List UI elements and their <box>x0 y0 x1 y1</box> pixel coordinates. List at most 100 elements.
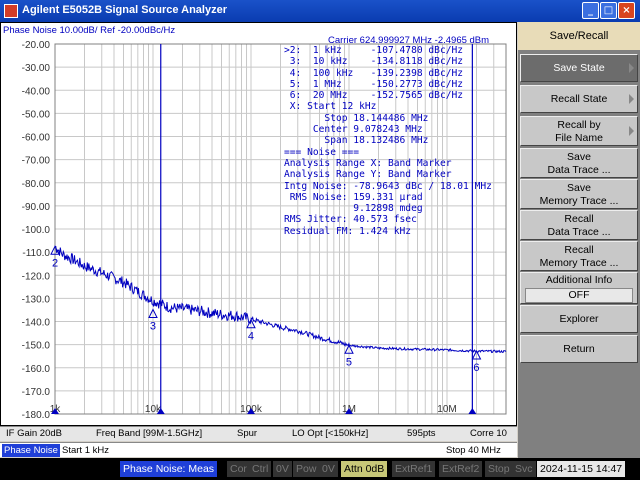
svc-indicator: Svc <box>512 461 536 477</box>
save-data-trace-button[interactable]: Save Data Trace ... <box>520 148 638 178</box>
attenuation-indicator: Attn 0dB <box>341 461 388 477</box>
marker-readout-line: === Noise === <box>284 146 360 158</box>
stop-frequency[interactable]: Stop 40 MHz <box>446 444 501 457</box>
ctrl-indicator: Ctrl <box>249 461 272 477</box>
app-icon <box>4 4 18 18</box>
marker-readout-line: RMS Noise: 159.331 µrad <box>284 191 423 203</box>
marker-readout-line: Center 9.078243 MHz <box>284 124 423 136</box>
marker-readout-line: Analysis Range Y: Band Marker <box>284 169 452 181</box>
submenu-arrow-icon <box>629 126 634 136</box>
recall-data-trace-button[interactable]: Recall Data Trace ... <box>520 210 638 240</box>
clock: 2024-11-15 14:47 <box>537 461 626 477</box>
save-state-button[interactable]: Save State <box>520 54 638 82</box>
y-tick-label: -180.0 <box>22 410 51 421</box>
measurement-status: Phase Noise: Meas <box>120 461 218 477</box>
recall-state-button[interactable]: Recall State <box>520 85 638 113</box>
recall-by-file-line1: Recall by <box>557 119 601 131</box>
y-tick-label: -80.00 <box>22 179 51 190</box>
return-button[interactable]: Return <box>520 335 638 363</box>
save-data-line1: Save <box>567 151 591 163</box>
marker-readout-line: Analysis Range X: Band Marker <box>284 157 452 169</box>
axis-marker-triangle <box>468 408 477 414</box>
y-tick-label: -170.0 <box>22 387 51 398</box>
extref2-indicator: ExtRef2 <box>439 461 483 477</box>
y-tick-label: -110.0 <box>22 248 50 259</box>
y-tick-label: -140.0 <box>22 318 51 329</box>
minimize-button[interactable]: _ <box>582 2 599 19</box>
stop-indicator: Stop <box>485 461 513 477</box>
active-trace-label[interactable]: Phase Noise <box>2 444 60 457</box>
recall-memory-line1: Recall <box>564 244 594 256</box>
if-gain-status[interactable]: IF Gain 20dB <box>6 428 62 439</box>
recall-by-file-line2: File Name <box>555 132 603 144</box>
y-tick-label: -70.00 <box>22 156 51 167</box>
y-tick-label: -120.0 <box>22 271 51 282</box>
marker-readout-line: 4: 100 kHz -139.2398 dBc/Hz <box>284 67 464 79</box>
recall-memory-line2: Memory Trace ... <box>539 257 619 269</box>
marker-readout-line: Intg Noise: -78.9643 dBc / 18.01 MHz <box>284 180 492 192</box>
window-title: Agilent E5052B Signal Source Analyzer <box>22 4 227 16</box>
lo-opt-status[interactable]: LO Opt [<150kHz] <box>292 428 368 439</box>
pow-voltage: 0V <box>319 461 338 477</box>
marker-readout-line: >2: 1 kHz -107.4780 dBc/Hz <box>284 45 464 56</box>
submenu-arrow-icon <box>629 94 634 104</box>
submenu-arrow-icon <box>629 63 634 73</box>
additional-info-value: OFF <box>525 288 633 303</box>
marker-readout-line: RMS Jitter: 40.573 fsec <box>284 214 417 226</box>
save-data-line2: Data Trace ... <box>547 164 611 176</box>
freq-band-status[interactable]: Freq Band [99M-1.5GHz] <box>96 428 202 439</box>
trace-title: Phase Noise 10.00dB/ Ref -20.00dBc/Hz <box>3 25 176 36</box>
extref1-indicator: ExtRef1 <box>392 461 436 477</box>
marker-readout-line: Residual FM: 1.424 kHz <box>284 225 412 237</box>
spur-status[interactable]: Spur <box>237 428 257 439</box>
softkey-panel: Save/Recall Save State Recall State Reca… <box>518 22 640 458</box>
correlation-status[interactable]: Corre 10 <box>470 428 507 439</box>
maximize-button[interactable]: □ <box>600 2 617 19</box>
save-memory-line1: Save <box>567 182 591 194</box>
additional-info-label: Additional Info <box>545 274 613 286</box>
marker-number-label: 2 <box>52 257 58 269</box>
ctrl-voltage: 0V <box>273 461 292 477</box>
title-bar: Agilent E5052B Signal Source Analyzer _ … <box>0 0 640 22</box>
hardware-status-row: IF Gain 20dB Freq Band [99M-1.5GHz] Spur… <box>0 426 517 441</box>
explorer-label: Explorer <box>559 313 599 325</box>
additional-info-button[interactable]: Additional Info OFF <box>520 272 638 304</box>
marker-number-label: 6 <box>473 362 479 374</box>
recall-memory-trace-button[interactable]: Recall Memory Trace ... <box>520 241 638 271</box>
y-tick-label: -40.00 <box>22 86 51 97</box>
marker-readout-line: 3: 10 kHz -134.8118 dBc/Hz <box>284 56 464 68</box>
recall-by-file-name-button[interactable]: Recall by File Name <box>520 116 638 146</box>
marker-readout-table: >2: 1 kHz -107.4780 dBc/Hz 3: 10 kHz -13… <box>284 45 492 237</box>
recall-state-label: Recall State <box>550 93 608 105</box>
save-memory-line2: Memory Trace ... <box>539 195 619 207</box>
y-tick-label: -20.00 <box>22 40 51 51</box>
save-memory-trace-button[interactable]: Save Memory Trace ... <box>520 179 638 209</box>
marker-number-label: 4 <box>248 331 254 343</box>
y-tick-label: -90.00 <box>22 202 51 213</box>
explorer-button[interactable]: Explorer <box>520 305 638 333</box>
save-state-label: Save State <box>553 62 605 74</box>
y-tick-label: -160.0 <box>22 364 51 375</box>
start-frequency[interactable]: Start 1 kHz <box>62 444 109 457</box>
close-button[interactable]: × <box>618 2 635 19</box>
sweep-status-row: Phase Noise Start 1 kHz Stop 40 MHz <box>0 442 517 457</box>
marker-number-label: 5 <box>346 356 352 368</box>
marker-readout-line: Span 18.132486 MHz <box>284 135 429 147</box>
marker-readout-line: 5: 1 MHz -150.2773 dBc/Hz <box>284 78 464 90</box>
y-tick-label: -100.0 <box>22 225 51 236</box>
marker-number-label: 3 <box>150 321 156 333</box>
pow-indicator: Pow <box>293 461 320 477</box>
marker-readout-line: X: Start 12 kHz <box>284 101 377 113</box>
points-status[interactable]: 595pts <box>407 428 436 439</box>
y-tick-label: -130.0 <box>22 294 51 305</box>
marker-readout-line: 9.12898 mdeg <box>284 203 423 215</box>
marker-readout-line: 6: 20 MHz -152.7565 dBc/Hz <box>284 90 464 102</box>
instrument-status-bar: Phase Noise: Meas Cor Ctrl 0V Pow 0V Att… <box>0 458 640 480</box>
cor-indicator: Cor <box>227 461 250 477</box>
y-tick-label: -50.00 <box>22 109 51 120</box>
softkey-menu-title: Save/Recall <box>518 22 640 50</box>
y-tick-label: -60.00 <box>22 133 51 144</box>
recall-data-line2: Data Trace ... <box>547 226 611 238</box>
recall-data-line1: Recall <box>564 213 594 225</box>
x-tick-label: 10M <box>437 404 456 415</box>
